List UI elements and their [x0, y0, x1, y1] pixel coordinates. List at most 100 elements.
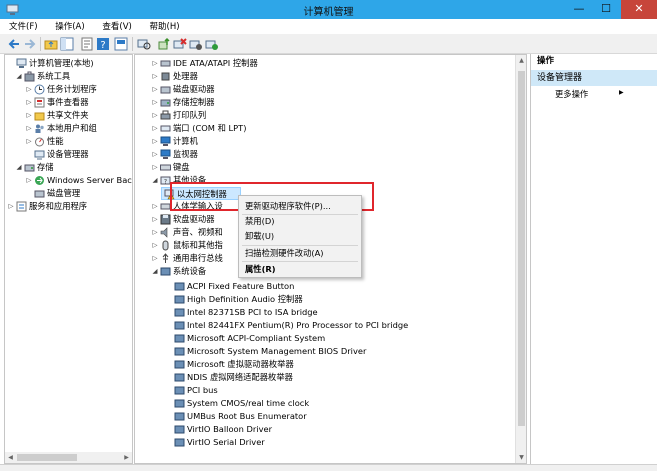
scroll-left-icon[interactable]: ◀: [5, 454, 16, 461]
disable-device-icon[interactable]: [189, 37, 203, 51]
system-device-icon: [174, 334, 185, 343]
tree-item-performance[interactable]: ▷ 性能: [25, 135, 132, 148]
device-category-ports[interactable]: ▷ 端口 (COM 和 LPT): [151, 122, 511, 135]
tree-item-event-viewer[interactable]: ▷ 事件查看器: [25, 96, 132, 109]
more-actions-link[interactable]: 更多操作: [555, 88, 588, 100]
minimize-button[interactable]: —: [566, 0, 592, 19]
expand-arrow-icon[interactable]: ▷: [151, 200, 159, 213]
device-item-acpi-system[interactable]: Microsoft ACPI-Compliant System: [165, 332, 505, 345]
expand-arrow-icon[interactable]: ▷: [151, 122, 159, 135]
menu-item-uninstall[interactable]: 卸载(U): [245, 230, 274, 243]
collapse-arrow-icon[interactable]: ◢: [151, 265, 159, 278]
close-button[interactable]: ✕: [621, 0, 657, 19]
expand-arrow-icon[interactable]: ▷: [25, 135, 33, 148]
expand-arrow-icon[interactable]: ▷: [25, 174, 33, 187]
tree-item-disk-management[interactable]: 磁盘管理: [25, 187, 132, 200]
help-icon[interactable]: ?: [96, 37, 110, 51]
expand-arrow-icon[interactable]: ▷: [151, 239, 159, 252]
device-category-computer[interactable]: ▷ 计算机: [151, 135, 511, 148]
tree-item-services-applications[interactable]: ▷ 服务和应用程序: [7, 200, 132, 213]
tree-item-local-users-groups[interactable]: ▷ 本地用户和组: [25, 122, 132, 135]
scan-hardware-icon[interactable]: [137, 37, 151, 51]
expand-arrow-icon[interactable]: ▷: [25, 83, 33, 96]
tree-item-storage[interactable]: ◢ 存储: [15, 161, 132, 174]
device-item-acpi-button[interactable]: ACPI Fixed Feature Button: [165, 280, 505, 293]
device-item-isa-bridge[interactable]: Intel 82371SB PCI to ISA bridge: [165, 306, 505, 319]
properties-sheet-icon[interactable]: [80, 37, 94, 51]
device-item-virtio-balloon[interactable]: VirtIO Balloon Driver: [165, 423, 505, 436]
navigation-tree-pane: 计算机管理(本地) ◢ 系统工具 ▷ 任务计划程序 ▷ 事件查看器 ▷ 共享文件…: [4, 54, 133, 464]
device-category-disk-drives[interactable]: ▷ 磁盘驱动器: [151, 83, 511, 96]
tree-item-task-scheduler[interactable]: ▷ 任务计划程序: [25, 83, 132, 96]
uninstall-device-icon[interactable]: [173, 37, 187, 51]
enable-device-icon[interactable]: [205, 37, 219, 51]
menu-action[interactable]: 操作(A): [46, 19, 90, 34]
device-item-hd-audio[interactable]: High Definition Audio 控制器: [165, 293, 505, 306]
menu-view[interactable]: 查看(V): [93, 19, 137, 34]
collapse-arrow-icon[interactable]: ◢: [151, 174, 159, 187]
device-category-processor[interactable]: ▷ 处理器: [151, 70, 511, 83]
menu-item-properties[interactable]: 属性(R): [245, 263, 276, 276]
expand-arrow-icon[interactable]: ▷: [151, 135, 159, 148]
forward-arrow-icon[interactable]: [23, 37, 37, 51]
collapse-arrow-icon[interactable]: ◢: [15, 70, 23, 83]
expand-arrow-icon[interactable]: ▷: [151, 96, 159, 109]
expand-arrow-icon[interactable]: ▷: [151, 83, 159, 96]
system-device-icon: [174, 321, 185, 330]
expand-arrow-icon[interactable]: ▷: [25, 122, 33, 135]
vertical-scrollbar[interactable]: ▲ ▼: [515, 55, 526, 463]
maximize-button[interactable]: ☐: [593, 0, 619, 19]
back-arrow-icon[interactable]: [7, 37, 21, 51]
expand-arrow-icon[interactable]: ▷: [151, 109, 159, 122]
tree-item-computer-management-local[interactable]: 计算机管理(本地): [7, 57, 132, 70]
device-category-monitors[interactable]: ▷ 监视器: [151, 148, 511, 161]
scroll-right-icon[interactable]: ▶: [121, 454, 132, 461]
device-item-pci-bridge[interactable]: Intel 82441FX Pentium(R) Pro Processor t…: [165, 319, 505, 332]
tree-item-shared-folders[interactable]: ▷ 共享文件夹: [25, 109, 132, 122]
scrollbar-thumb[interactable]: [17, 454, 77, 461]
tree-item-device-manager[interactable]: 设备管理器: [25, 148, 132, 161]
menu-item-disable[interactable]: 禁用(D): [245, 215, 274, 228]
expand-arrow-icon[interactable]: ▷: [151, 57, 159, 70]
scroll-up-icon[interactable]: ▲: [516, 57, 526, 64]
up-folder-icon[interactable]: [44, 37, 58, 51]
device-item-smbios-driver[interactable]: Microsoft System Management BIOS Driver: [165, 345, 505, 358]
console-view-icon[interactable]: [114, 37, 128, 51]
device-category-print-queues[interactable]: ▷ 打印队列: [151, 109, 511, 122]
tree-item-system-tools[interactable]: ◢ 系统工具: [15, 70, 132, 83]
system-device-icon: [160, 267, 171, 276]
menu-item-scan-hardware[interactable]: 扫描检测硬件改动(A): [245, 247, 324, 260]
event-log-icon: [34, 97, 45, 108]
computer-management-icon: [16, 58, 27, 68]
expand-arrow-icon[interactable]: ▷: [25, 96, 33, 109]
collapse-arrow-icon[interactable]: ◢: [15, 161, 23, 174]
expand-arrow-icon[interactable]: ▷: [151, 70, 159, 83]
expand-arrow-icon[interactable]: ▷: [7, 200, 15, 213]
scrollbar-thumb[interactable]: [518, 71, 525, 426]
horizontal-scrollbar[interactable]: ◀ ▶: [5, 452, 132, 463]
device-item-virtio-serial[interactable]: VirtIO Serial Driver: [165, 436, 505, 449]
expand-arrow-icon[interactable]: ▷: [151, 148, 159, 161]
expand-arrow-icon[interactable]: ▷: [151, 213, 159, 226]
show-tree-icon[interactable]: [60, 37, 74, 51]
actions-section-device-manager[interactable]: 设备管理器: [531, 70, 657, 86]
expand-arrow-icon[interactable]: ▷: [25, 109, 33, 122]
menu-item-update-driver[interactable]: 更新驱动程序软件(P)...: [245, 200, 331, 213]
device-category-ide[interactable]: ▷ IDE ATA/ATAPI 控制器: [151, 57, 511, 70]
update-driver-icon[interactable]: [157, 37, 171, 51]
menu-help[interactable]: 帮助(H): [141, 19, 186, 34]
device-item-cmos-clock[interactable]: System CMOS/real time clock: [165, 397, 505, 410]
expand-arrow-icon[interactable]: ▷: [151, 226, 159, 239]
expand-arrow-icon[interactable]: ▷: [151, 161, 159, 174]
device-category-keyboards[interactable]: ▷ 键盘: [151, 161, 511, 174]
menu-file[interactable]: 文件(F): [0, 19, 44, 34]
system-device-icon: [174, 399, 185, 408]
device-item-ndis-enumerator[interactable]: NDIS 虚拟网络适配器枚举器: [165, 371, 505, 384]
tree-item-windows-server-backup[interactable]: ▷ Windows Server Back: [25, 174, 132, 187]
device-category-storage-controllers[interactable]: ▷ 存储控制器: [151, 96, 511, 109]
device-item-umbus-enumerator[interactable]: UMBus Root Bus Enumerator: [165, 410, 505, 423]
scroll-down-icon[interactable]: ▼: [516, 454, 526, 461]
device-item-pci-bus[interactable]: PCI bus: [165, 384, 505, 397]
expand-arrow-icon[interactable]: ▷: [151, 252, 159, 265]
device-item-virtual-drive-enumerator[interactable]: Microsoft 虚拟驱动器枚举器: [165, 358, 505, 371]
